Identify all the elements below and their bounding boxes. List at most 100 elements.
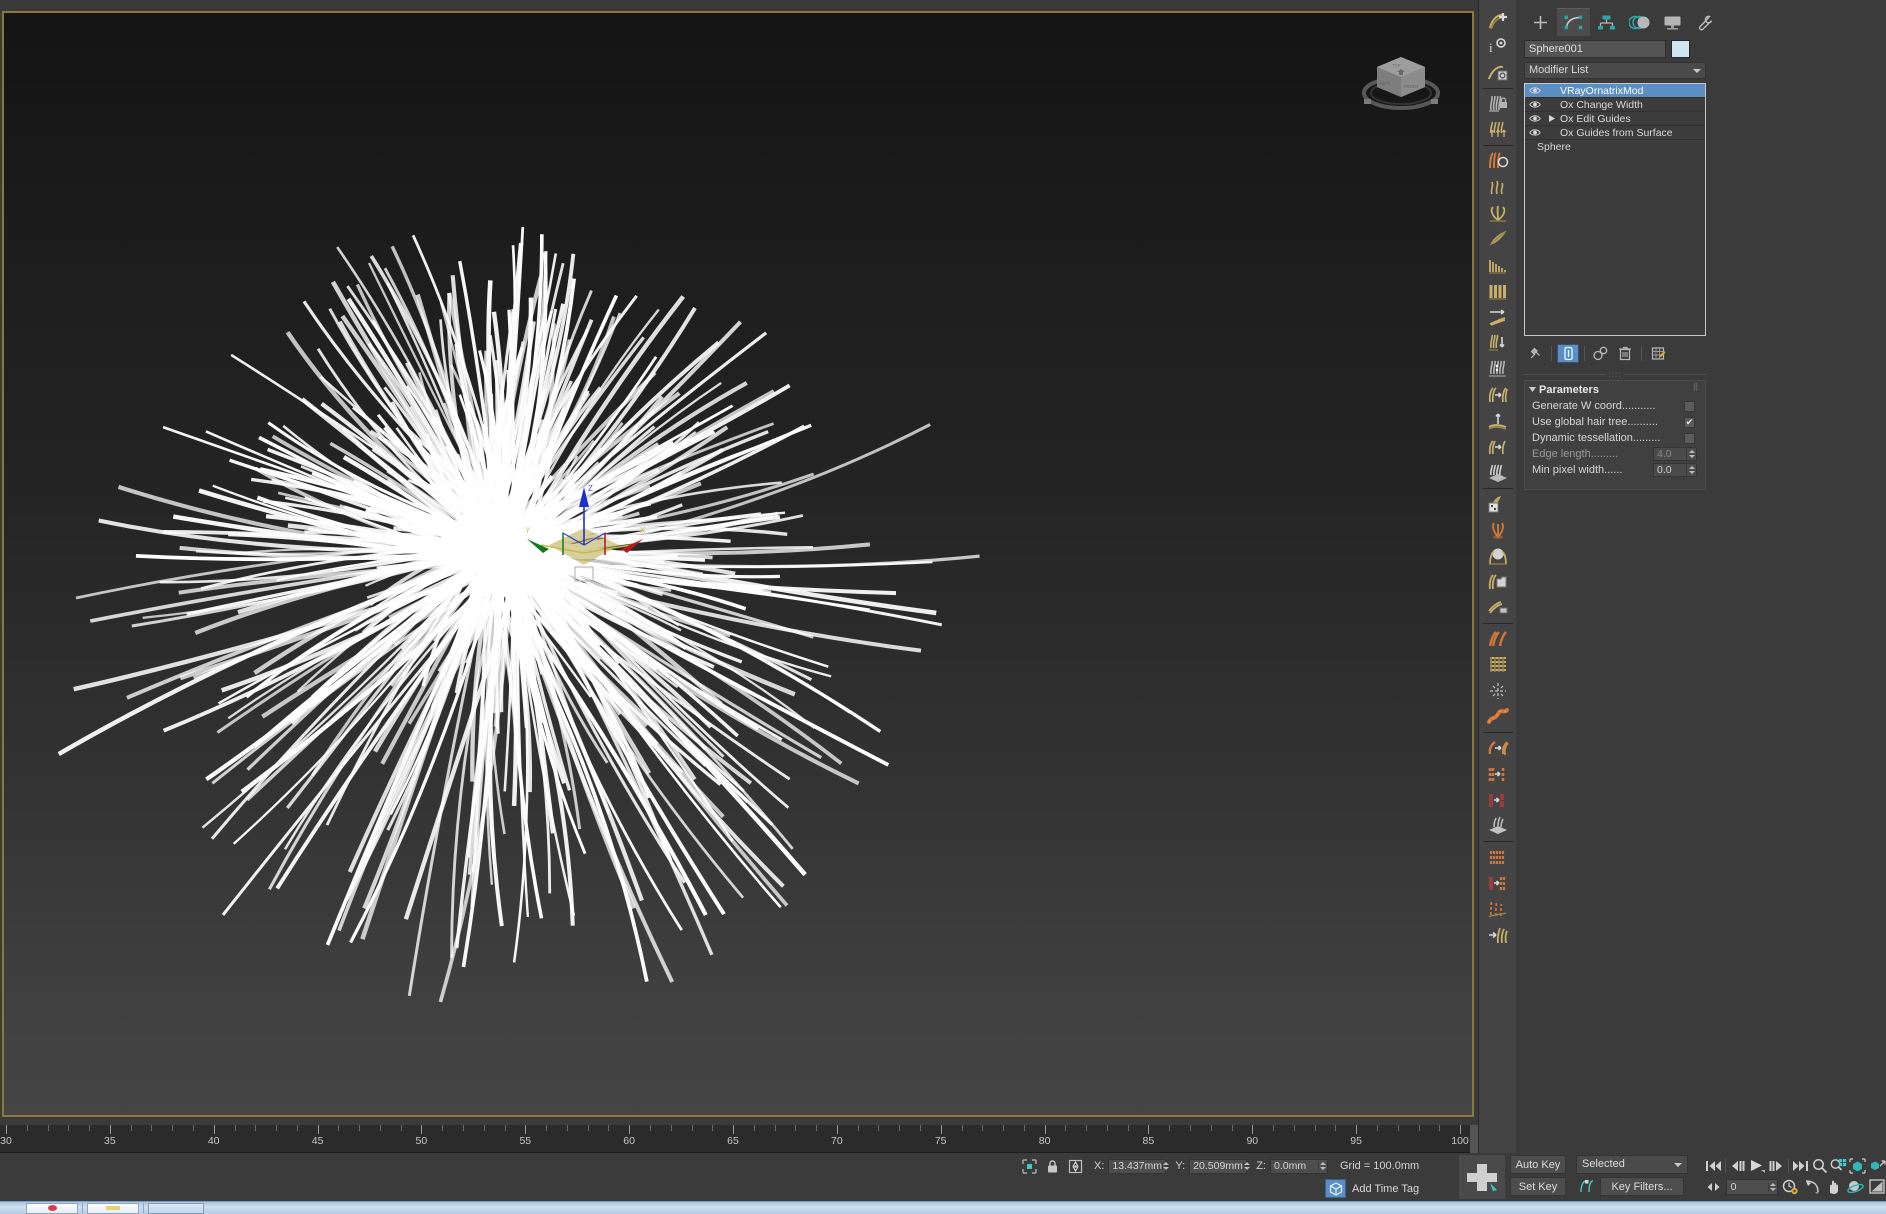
lock-icon[interactable] [1043, 1157, 1062, 1175]
ox-braid-icon[interactable] [1481, 652, 1515, 678]
tab-utilities[interactable] [1689, 8, 1722, 36]
ox-guides-from-surface-icon[interactable] [1481, 543, 1515, 569]
key-mode-toggle-button[interactable] [1704, 1177, 1723, 1197]
x-coord-field[interactable]: 13.437mm [1108, 1159, 1166, 1174]
modifier-visibility-toggle[interactable] [1525, 86, 1545, 95]
view-cube[interactable]: TOP LEFT FRONT [1358, 41, 1444, 119]
tab-hierarchy[interactable] [1590, 8, 1623, 36]
y-spinner-arrows[interactable] [1243, 1162, 1250, 1170]
ox-strand-multiplier-icon[interactable] [1481, 382, 1515, 408]
modifier-list-dropdown[interactable]: Modifier List [1524, 62, 1706, 79]
frame-spinner-arrows[interactable] [1768, 1183, 1777, 1191]
selection-lock-icon[interactable] [1020, 1157, 1039, 1175]
modifier-stack-row[interactable]: Sphere [1525, 140, 1705, 154]
parameter-checkbox[interactable]: ✔ [1684, 417, 1695, 428]
ox-mesh-from-hair-icon[interactable] [1481, 813, 1515, 839]
ox-ground-strands-icon[interactable] [1481, 117, 1515, 143]
pin-stack-icon[interactable] [1524, 344, 1546, 363]
ox-randomize-icon[interactable] [1481, 491, 1515, 517]
previous-frame-button[interactable] [1729, 1156, 1747, 1176]
zoom-extents-all-button[interactable] [1868, 1156, 1886, 1176]
go-to-start-button[interactable] [1704, 1156, 1722, 1176]
ox-render-settings-icon[interactable] [1481, 60, 1515, 86]
modifier-stack-list[interactable]: VRayOrnatrixMod Ox Change Width Ox Edit … [1524, 83, 1706, 336]
ox-shell-icon[interactable] [1481, 735, 1515, 761]
ox-hair-cards-icon[interactable] [1481, 844, 1515, 870]
parameter-checkbox[interactable] [1684, 433, 1695, 444]
ox-import-strands-icon[interactable] [1481, 922, 1515, 948]
go-to-end-button[interactable] [1792, 1156, 1810, 1176]
ox-curl-icon[interactable] [1481, 226, 1515, 252]
tab-display[interactable] [1656, 8, 1689, 36]
command-panel-tabs[interactable] [1524, 8, 1722, 36]
ox-resample-icon[interactable] [1481, 626, 1515, 652]
key-filters-button[interactable]: Key Filters... [1600, 1177, 1684, 1196]
pan-view-button[interactable] [1824, 1177, 1843, 1197]
orbit-button[interactable] [1846, 1177, 1865, 1197]
perspective-viewport[interactable]: Z X Y [2, 11, 1474, 1117]
parameters-rollout-header[interactable]: Parameters ⣿ [1525, 381, 1705, 398]
object-color-swatch[interactable] [1671, 40, 1690, 58]
tab-motion[interactable] [1623, 8, 1656, 36]
quick-add-button[interactable] [1459, 1155, 1505, 1199]
ox-copy-strands-icon[interactable] [1481, 870, 1515, 896]
ox-frizz-icon[interactable] [1481, 174, 1515, 200]
taskbar-item-3[interactable] [148, 1203, 204, 1214]
ox-root-bunch-icon[interactable] [1481, 517, 1515, 543]
taskbar-item-2[interactable] [87, 1203, 139, 1214]
modifier-expand-arrow[interactable] [1545, 115, 1558, 122]
ox-strand-symmetry-icon[interactable] [1481, 761, 1515, 787]
configure-modifier-sets-icon[interactable] [1647, 344, 1669, 363]
time-configuration-button[interactable] [1781, 1177, 1800, 1197]
ox-push-away-icon[interactable] [1481, 304, 1515, 330]
arc-rotate-button[interactable] [1803, 1177, 1822, 1197]
z-coord-field[interactable]: 0.0mm [1270, 1159, 1328, 1174]
show-end-result-icon[interactable] [1557, 344, 1579, 363]
make-unique-icon[interactable] [1590, 344, 1612, 363]
add-time-tag-button[interactable]: Add Time Tag [1325, 1179, 1419, 1198]
next-frame-button[interactable] [1767, 1156, 1785, 1176]
ox-clump-icon[interactable] [1481, 200, 1515, 226]
ox-change-width-icon[interactable] [1481, 278, 1515, 304]
timeline-ruler[interactable]: 3035404550556065707580859095100 [0, 1125, 1478, 1153]
zoom-region-button[interactable] [1830, 1156, 1848, 1176]
parameter-checkbox[interactable] [1684, 401, 1695, 412]
parameter-spinner[interactable]: 0.0 [1653, 463, 1697, 477]
modifier-visibility-toggle[interactable] [1525, 114, 1545, 123]
absolute-mode-icon[interactable] [1066, 1157, 1085, 1175]
modifier-stack-row[interactable]: VRayOrnatrixMod [1525, 84, 1705, 98]
play-button[interactable] [1748, 1156, 1766, 1176]
ox-surface-comb-icon[interactable] [1481, 408, 1515, 434]
object-name-input[interactable]: Sphere001 [1524, 40, 1666, 58]
spinner-arrows[interactable] [1686, 464, 1696, 476]
modifier-stack-row[interactable]: Ox Guides from Surface [1525, 126, 1705, 140]
remove-modifier-icon[interactable] [1614, 344, 1636, 363]
modifier-visibility-toggle[interactable] [1525, 128, 1545, 137]
ox-propagation-icon[interactable] [1481, 434, 1515, 460]
y-coord-field[interactable]: 20.509mm [1189, 1159, 1247, 1174]
ornatrix-toolbar[interactable]: i [1478, 0, 1516, 1164]
modifier-stack-row[interactable]: Ox Edit Guides [1525, 112, 1705, 126]
os-taskbar[interactable] [0, 1201, 1886, 1214]
zoom-button[interactable] [1811, 1156, 1829, 1176]
key-set-dropdown[interactable]: Selected [1576, 1155, 1688, 1174]
transform-gizmo[interactable]: Z X Y [509, 483, 659, 613]
current-frame-field[interactable]: 0 [1726, 1179, 1779, 1195]
maximize-viewport-button[interactable] [1867, 1177, 1886, 1197]
modifier-stack-toolbar[interactable] [1524, 343, 1706, 363]
ox-gravity-icon[interactable] [1481, 330, 1515, 356]
zoom-all-button[interactable] [1849, 1156, 1867, 1176]
modifier-visibility-toggle[interactable] [1525, 100, 1545, 109]
ox-guides-from-mesh-icon[interactable] [1481, 569, 1515, 595]
ox-mesh-from-strands-icon[interactable] [1481, 460, 1515, 486]
tab-create[interactable] [1524, 8, 1557, 36]
auto-key-button[interactable]: Auto Key [1510, 1155, 1566, 1174]
tab-modify[interactable] [1557, 8, 1590, 36]
ox-add-hair-icon[interactable] [1481, 8, 1515, 34]
ox-strand-groups-icon[interactable] [1481, 787, 1515, 813]
ox-guide-cluster-icon[interactable] [1481, 595, 1515, 621]
ox-noise-icon[interactable] [1481, 896, 1515, 922]
ox-rope-icon[interactable] [1481, 704, 1515, 730]
ox-ground-icon[interactable] [1481, 678, 1515, 704]
x-spinner-arrows[interactable] [1162, 1162, 1169, 1170]
